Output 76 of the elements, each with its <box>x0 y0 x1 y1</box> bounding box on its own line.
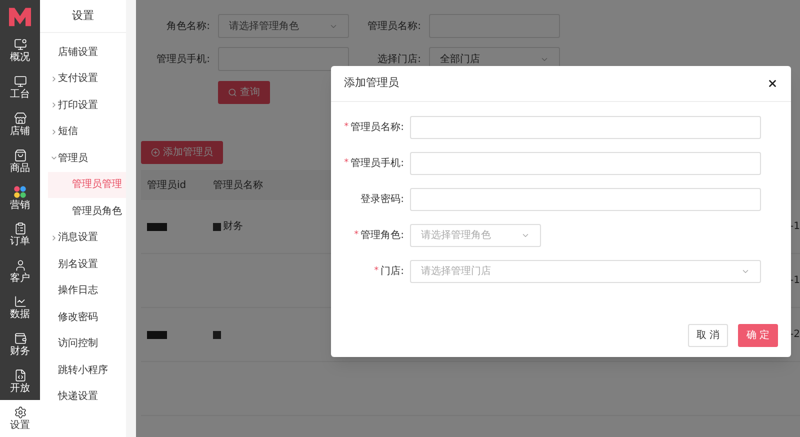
user-icon <box>14 258 26 272</box>
close-icon[interactable] <box>767 78 778 89</box>
rail-item[interactable]: 订单 <box>0 216 40 254</box>
menu-item[interactable]: 店铺设置 <box>40 39 126 66</box>
menu-item[interactable]: 访问控制 <box>40 330 126 357</box>
rail-item[interactable]: 商品 <box>0 143 40 180</box>
rail-item[interactable]: 营销 <box>0 180 40 217</box>
chevron-icon <box>50 128 58 136</box>
filter-label: 管理员手机: <box>156 52 211 66</box>
field-label: 门店: <box>380 264 404 279</box>
rail-item[interactable]: 数据 <box>0 290 40 327</box>
redaction-block <box>213 330 221 338</box>
column-header: 管理员名称 <box>212 178 264 192</box>
filter-label: 选择门店: <box>376 52 422 66</box>
input-field[interactable] <box>410 116 761 139</box>
redaction-block <box>213 222 221 230</box>
input-field[interactable] <box>218 47 349 71</box>
chevron-icon <box>741 267 750 276</box>
required-mark: * <box>354 228 359 242</box>
column-header: 管理员id <box>146 178 188 192</box>
table-cell-text: -1 <box>790 220 800 234</box>
wallet-icon <box>14 332 26 346</box>
field-label: 管理角色: <box>360 229 404 243</box>
chart-icon <box>14 295 26 308</box>
menu-item[interactable]: 打印设置 <box>40 92 126 118</box>
chevron-icon <box>50 101 58 110</box>
rail-item[interactable]: 设置 <box>0 400 40 437</box>
bag-icon <box>14 148 26 162</box>
required-mark: * <box>344 156 349 170</box>
menu-item[interactable]: 操作日志 <box>40 278 126 304</box>
rail-item[interactable]: 客户 <box>0 253 40 290</box>
select-field[interactable]: 请选择管理角色 <box>218 14 349 38</box>
cancel-button[interactable]: 取消 <box>688 324 728 347</box>
input-field[interactable] <box>410 188 761 211</box>
rail-item[interactable]: 店铺 <box>0 106 40 144</box>
rail-item[interactable]: 财务 <box>0 326 40 364</box>
rail-item[interactable]: 概况 <box>0 33 40 70</box>
clipboard-icon <box>14 222 26 235</box>
redaction-block <box>147 330 167 338</box>
store-icon <box>14 112 26 125</box>
chevron-icon <box>50 234 58 242</box>
settings-icon <box>14 406 26 419</box>
filter-label: 角色名称: <box>166 20 211 34</box>
menu-item[interactable]: 别名设置 <box>40 251 126 278</box>
table-cell-text: -1 <box>790 274 800 288</box>
rail-item[interactable]: 工台 <box>0 70 40 106</box>
menu-item[interactable]: 管理员 <box>40 145 126 172</box>
menu-item[interactable]: 消息设置 <box>40 224 126 251</box>
dialog-title: 添加管理员 <box>344 75 399 92</box>
input-field[interactable] <box>410 152 761 175</box>
search-icon <box>228 88 237 97</box>
required-mark: * <box>344 120 349 134</box>
field-label: 登录密码: <box>360 192 404 207</box>
menu-item[interactable]: 快递设置 <box>40 384 126 410</box>
filter-label: 管理员名称: <box>366 20 422 34</box>
logo-icon <box>7 6 33 28</box>
menu-item[interactable]: 短信 <box>40 118 126 145</box>
required-mark: * <box>374 264 379 278</box>
menu-item[interactable]: 跳转小程序 <box>40 357 126 384</box>
file-code-icon <box>14 368 26 382</box>
menu-item[interactable]: 管理员角色 <box>48 198 126 224</box>
chevron-icon <box>521 231 530 240</box>
dots-icon <box>13 184 27 199</box>
submenu-title: 设置 <box>72 8 94 24</box>
plus-icon <box>151 148 160 157</box>
redaction-block <box>147 222 167 230</box>
table-cell-text: -2 <box>790 328 800 342</box>
monitor-icon <box>14 38 26 52</box>
monitor-icon <box>14 75 26 88</box>
field-label: 管理员名称: <box>350 121 404 135</box>
rail-item[interactable]: 开放 <box>0 364 40 400</box>
chevron-icon <box>50 74 58 83</box>
menu-item[interactable]: 支付设置 <box>40 66 126 92</box>
menu-item[interactable]: 修改密码 <box>40 304 126 330</box>
table-cell-text: 财务 <box>223 220 243 234</box>
field-label: 管理员手机: <box>350 156 404 171</box>
